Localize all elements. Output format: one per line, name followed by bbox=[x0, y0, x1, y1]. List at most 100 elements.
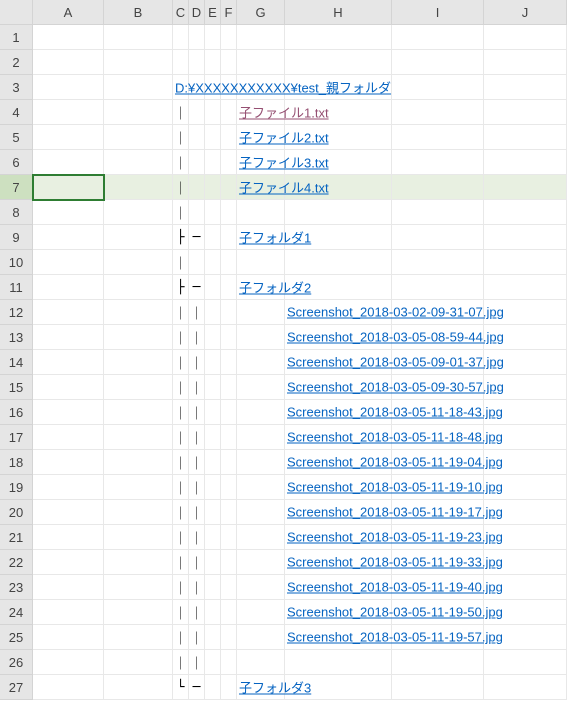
cell-J6[interactable] bbox=[484, 150, 567, 175]
hyperlink[interactable]: Screenshot_2018-03-05-11-19-17.jpg bbox=[287, 505, 503, 520]
row-header-23[interactable]: 23 bbox=[0, 575, 33, 600]
cell-C22[interactable]: ｜ bbox=[173, 550, 189, 575]
cell-A2[interactable] bbox=[33, 50, 104, 75]
cell-C1[interactable] bbox=[173, 25, 189, 50]
cell-F9[interactable] bbox=[221, 225, 237, 250]
cell-D17[interactable]: ｜ bbox=[189, 425, 205, 450]
cell-H10[interactable] bbox=[285, 250, 392, 275]
cell-A12[interactable] bbox=[33, 300, 104, 325]
cell-H16[interactable]: Screenshot_2018-03-05-11-18-43.jpg bbox=[285, 400, 392, 425]
cell-C18[interactable]: ｜ bbox=[173, 450, 189, 475]
cell-J27[interactable] bbox=[484, 675, 567, 700]
cell-D9[interactable]: ─ bbox=[189, 225, 205, 250]
cell-B7[interactable] bbox=[104, 175, 173, 200]
cell-H17[interactable]: Screenshot_2018-03-05-11-18-48.jpg bbox=[285, 425, 392, 450]
cell-E14[interactable] bbox=[205, 350, 221, 375]
cell-D4[interactable] bbox=[189, 100, 205, 125]
cell-C19[interactable]: ｜ bbox=[173, 475, 189, 500]
cell-G5[interactable]: 子ファイル2.txt bbox=[237, 125, 285, 150]
cell-A16[interactable] bbox=[33, 400, 104, 425]
col-header-I[interactable]: I bbox=[392, 0, 484, 25]
cell-G2[interactable] bbox=[237, 50, 285, 75]
row-header-11[interactable]: 11 bbox=[0, 275, 33, 300]
cell-B26[interactable] bbox=[104, 650, 173, 675]
cell-F13[interactable] bbox=[221, 325, 237, 350]
cell-F26[interactable] bbox=[221, 650, 237, 675]
cell-D14[interactable]: ｜ bbox=[189, 350, 205, 375]
col-header-D[interactable]: D bbox=[189, 0, 205, 25]
cell-D19[interactable]: ｜ bbox=[189, 475, 205, 500]
cell-H15[interactable]: Screenshot_2018-03-05-09-30-57.jpg bbox=[285, 375, 392, 400]
row-header-26[interactable]: 26 bbox=[0, 650, 33, 675]
cell-B15[interactable] bbox=[104, 375, 173, 400]
cell-F1[interactable] bbox=[221, 25, 237, 50]
cell-E11[interactable] bbox=[205, 275, 221, 300]
hyperlink[interactable]: Screenshot_2018-03-05-11-19-23.jpg bbox=[287, 530, 503, 545]
hyperlink[interactable]: D:¥XXXXXXXXXXX¥test_親フォルダ bbox=[175, 78, 391, 97]
cell-G26[interactable] bbox=[237, 650, 285, 675]
cell-H1[interactable] bbox=[285, 25, 392, 50]
cell-I4[interactable] bbox=[392, 100, 484, 125]
cell-B11[interactable] bbox=[104, 275, 173, 300]
hyperlink[interactable]: Screenshot_2018-03-05-11-19-33.jpg bbox=[287, 555, 503, 570]
cell-D6[interactable] bbox=[189, 150, 205, 175]
cell-C12[interactable]: ｜ bbox=[173, 300, 189, 325]
row-header-9[interactable]: 9 bbox=[0, 225, 33, 250]
cell-D15[interactable]: ｜ bbox=[189, 375, 205, 400]
cell-F19[interactable] bbox=[221, 475, 237, 500]
cell-E2[interactable] bbox=[205, 50, 221, 75]
cell-B6[interactable] bbox=[104, 150, 173, 175]
cell-G7[interactable]: 子ファイル4.txt bbox=[237, 175, 285, 200]
cell-E18[interactable] bbox=[205, 450, 221, 475]
cell-I8[interactable] bbox=[392, 200, 484, 225]
cell-E1[interactable] bbox=[205, 25, 221, 50]
row-header-6[interactable]: 6 bbox=[0, 150, 33, 175]
cell-C24[interactable]: ｜ bbox=[173, 600, 189, 625]
cell-C7[interactable]: ｜ bbox=[173, 175, 189, 200]
cell-F15[interactable] bbox=[221, 375, 237, 400]
cell-E12[interactable] bbox=[205, 300, 221, 325]
cell-J11[interactable] bbox=[484, 275, 567, 300]
cell-B12[interactable] bbox=[104, 300, 173, 325]
cell-C6[interactable]: ｜ bbox=[173, 150, 189, 175]
cell-A7[interactable] bbox=[33, 175, 104, 200]
cell-F10[interactable] bbox=[221, 250, 237, 275]
cell-I10[interactable] bbox=[392, 250, 484, 275]
cell-J1[interactable] bbox=[484, 25, 567, 50]
cell-G25[interactable] bbox=[237, 625, 285, 650]
cell-H20[interactable]: Screenshot_2018-03-05-11-19-17.jpg bbox=[285, 500, 392, 525]
cell-D23[interactable]: ｜ bbox=[189, 575, 205, 600]
cell-A4[interactable] bbox=[33, 100, 104, 125]
cell-A17[interactable] bbox=[33, 425, 104, 450]
row-header-12[interactable]: 12 bbox=[0, 300, 33, 325]
cell-D7[interactable] bbox=[189, 175, 205, 200]
cell-E21[interactable] bbox=[205, 525, 221, 550]
cell-I3[interactable] bbox=[392, 75, 484, 100]
cell-G6[interactable]: 子ファイル3.txt bbox=[237, 150, 285, 175]
cell-H22[interactable]: Screenshot_2018-03-05-11-19-33.jpg bbox=[285, 550, 392, 575]
row-header-16[interactable]: 16 bbox=[0, 400, 33, 425]
hyperlink[interactable]: Screenshot_2018-03-05-11-19-57.jpg bbox=[287, 630, 503, 645]
cell-J2[interactable] bbox=[484, 50, 567, 75]
cell-B9[interactable] bbox=[104, 225, 173, 250]
cell-A19[interactable] bbox=[33, 475, 104, 500]
cell-H25[interactable]: Screenshot_2018-03-05-11-19-57.jpg bbox=[285, 625, 392, 650]
cell-C2[interactable] bbox=[173, 50, 189, 75]
cell-C25[interactable]: ｜ bbox=[173, 625, 189, 650]
cell-E13[interactable] bbox=[205, 325, 221, 350]
row-header-15[interactable]: 15 bbox=[0, 375, 33, 400]
cell-G18[interactable] bbox=[237, 450, 285, 475]
cell-B1[interactable] bbox=[104, 25, 173, 50]
cell-G16[interactable] bbox=[237, 400, 285, 425]
hyperlink[interactable]: Screenshot_2018-03-05-08-59-44.jpg bbox=[287, 330, 504, 345]
col-header-G[interactable]: G bbox=[237, 0, 285, 25]
cell-J10[interactable] bbox=[484, 250, 567, 275]
cell-C27[interactable]: └ bbox=[173, 675, 189, 700]
cell-C4[interactable]: ｜ bbox=[173, 100, 189, 125]
cell-A8[interactable] bbox=[33, 200, 104, 225]
row-header-8[interactable]: 8 bbox=[0, 200, 33, 225]
cell-D18[interactable]: ｜ bbox=[189, 450, 205, 475]
cell-H13[interactable]: Screenshot_2018-03-05-08-59-44.jpg bbox=[285, 325, 392, 350]
cell-B19[interactable] bbox=[104, 475, 173, 500]
hyperlink[interactable]: Screenshot_2018-03-05-09-01-37.jpg bbox=[287, 355, 504, 370]
